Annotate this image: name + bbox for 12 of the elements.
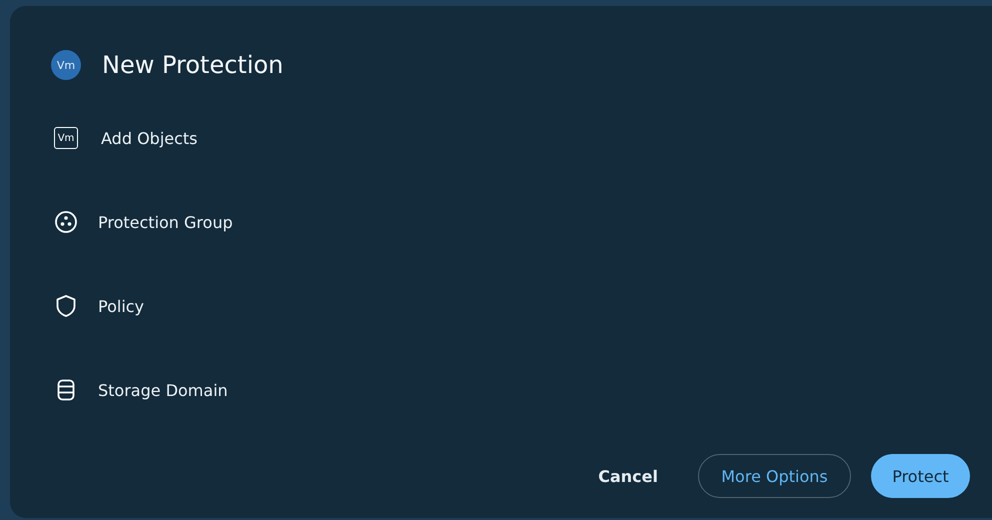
- menu-item[interactable]: Add Objects: [101, 128, 198, 148]
- menu-item[interactable]: Protection Group: [98, 212, 233, 232]
- cancel-button[interactable]: Cancel: [578, 454, 678, 498]
- more-options-button[interactable]: More Options: [698, 454, 851, 498]
- shield-icon: [54, 294, 78, 318]
- menu-item[interactable]: Storage Domain: [98, 380, 228, 400]
- vm-badge-icon: Vm: [51, 50, 81, 80]
- menu-item[interactable]: Policy: [98, 296, 144, 316]
- vm-icon: Vm: [54, 127, 78, 149]
- group-icon: [54, 210, 78, 234]
- dialog-title: New Protection: [102, 51, 284, 79]
- protect-button[interactable]: Protect: [871, 454, 970, 498]
